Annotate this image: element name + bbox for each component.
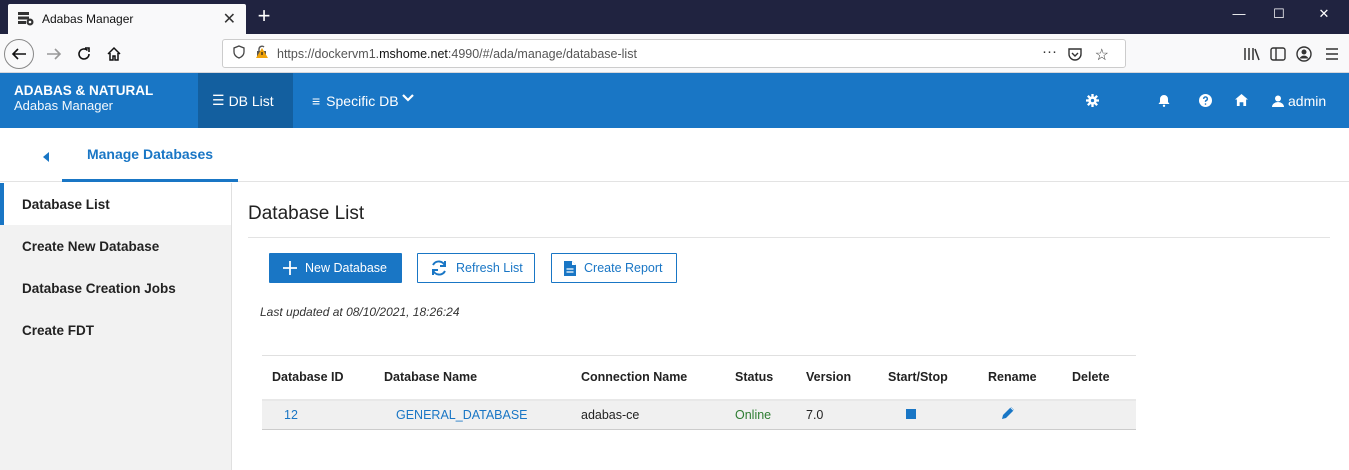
table-row: 12 GENERAL_DATABASE adabas-ce Online 7.0 [262, 399, 1136, 430]
browser-tab-bar: Adabas Manager ✕ + — ☐ ✕ [0, 0, 1349, 34]
list-icon: ☰ [212, 92, 225, 108]
user-name: admin [1288, 92, 1327, 109]
nav-specific-db[interactable]: ≡ Specific DB [298, 73, 428, 128]
divider [248, 237, 1330, 238]
refresh-list-label: Refresh List [456, 261, 523, 275]
browser-nav-bar: https://dockervm1.mshome.net:4990/#/ada/… [0, 34, 1349, 73]
maximize-icon[interactable]: ☐ [1259, 6, 1299, 22]
create-report-label: Create Report [584, 261, 663, 275]
sidebar-item-create-fdt[interactable]: Create FDT [0, 309, 231, 351]
new-tab-button[interactable]: + [250, 4, 278, 30]
forward-arrow-icon[interactable] [40, 40, 68, 68]
database-favicon-icon [18, 12, 34, 26]
collapse-left-icon[interactable] [40, 150, 52, 164]
new-database-label: New Database [305, 261, 387, 275]
table-header-row: Database ID Database Name Connection Nam… [262, 355, 1136, 400]
browser-tab[interactable]: Adabas Manager ✕ [8, 4, 246, 34]
back-arrow-icon[interactable] [4, 39, 34, 69]
column-header: Delete [1072, 370, 1110, 385]
status-cell: Online [735, 407, 772, 422]
reload-icon[interactable] [70, 40, 98, 68]
refresh-list-button[interactable]: Refresh List [417, 253, 535, 283]
window-close-icon[interactable]: ✕ [1304, 6, 1344, 22]
user-icon [1272, 95, 1284, 107]
menu-icon[interactable] [1318, 40, 1346, 68]
url-text[interactable]: https://dockervm1.mshome.net:4990/#/ada/… [277, 47, 637, 61]
page-title: Database List [248, 203, 365, 224]
sub-header: Manage Databases [0, 128, 1349, 182]
home-icon[interactable] [100, 40, 128, 68]
shield-icon[interactable] [233, 45, 245, 62]
tab-close-icon[interactable]: ✕ [223, 9, 236, 29]
column-header[interactable]: Connection Name [571, 356, 725, 400]
document-icon [564, 260, 576, 276]
column-header: Start/Stop [888, 370, 948, 385]
connection-name-cell: adabas-ce [581, 407, 640, 422]
library-icon[interactable] [1238, 40, 1266, 68]
database-id-link[interactable]: 12 [284, 408, 298, 422]
sidebar-toggle-icon[interactable] [1264, 40, 1292, 68]
database-table: Database ID Database Name Connection Nam… [262, 355, 1136, 430]
plus-icon [283, 261, 297, 275]
chevron-down-icon [401, 93, 414, 102]
help-icon[interactable] [1194, 89, 1216, 111]
pencil-edit-icon[interactable] [1000, 405, 1016, 421]
home-nav-icon[interactable] [1230, 89, 1252, 111]
bookmark-star-icon[interactable]: ☆ [1095, 45, 1109, 65]
version-cell: 7.0 [806, 407, 824, 422]
column-header[interactable]: Database Name [374, 356, 571, 400]
menu-lines-icon: ≡ [312, 92, 321, 109]
sidebar-item-create-new-database[interactable]: Create New Database [0, 225, 231, 267]
sidebar: Database List Create New Database Databa… [0, 183, 232, 470]
sidebar-item-database-creation-jobs[interactable]: Database Creation Jobs [0, 267, 231, 309]
page-actions-icon[interactable]: ··· [1042, 43, 1057, 60]
tab-manage-databases[interactable]: Manage Databases [62, 128, 238, 182]
minimize-icon[interactable]: — [1219, 6, 1259, 21]
tab-title: Adabas Manager [42, 12, 134, 26]
bell-icon[interactable] [1153, 89, 1175, 111]
nav-specific-db-label: Specific DB [326, 92, 399, 109]
new-database-button[interactable]: New Database [269, 253, 402, 283]
refresh-icon [432, 260, 446, 276]
nav-db-list-label: DB List [228, 92, 274, 109]
column-header: Rename [988, 370, 1037, 385]
user-menu[interactable]: admin [1262, 73, 1336, 128]
nav-db-list[interactable]: ☰ DB List [198, 73, 293, 128]
brand-subtitle: Adabas Manager [14, 98, 114, 113]
brand[interactable]: ADABAS & NATURAL Adabas Manager [14, 83, 153, 113]
column-header[interactable]: Database ID [262, 356, 374, 400]
brand-title: ADABAS & NATURAL [14, 83, 154, 98]
stop-icon[interactable] [906, 408, 916, 419]
address-bar[interactable]: https://dockervm1.mshome.net:4990/#/ada/… [222, 39, 1126, 68]
create-report-button[interactable]: Create Report [551, 253, 677, 283]
database-name-link[interactable]: GENERAL_DATABASE [396, 408, 528, 422]
delete-cell [1062, 400, 1136, 430]
insecure-lock-icon[interactable] [255, 45, 269, 62]
column-header[interactable]: Version [796, 356, 878, 400]
last-updated-text: Last updated at 08/10/2021, 18:26:24 [260, 305, 460, 319]
column-header[interactable]: Status [725, 356, 796, 400]
account-icon[interactable] [1290, 40, 1318, 68]
settings-gear-icon[interactable] [1081, 89, 1103, 111]
pocket-icon[interactable] [1067, 46, 1083, 65]
app-header: ADABAS & NATURAL Adabas Manager ☰ DB Lis… [0, 73, 1349, 128]
sidebar-item-database-list[interactable]: Database List [0, 183, 231, 225]
